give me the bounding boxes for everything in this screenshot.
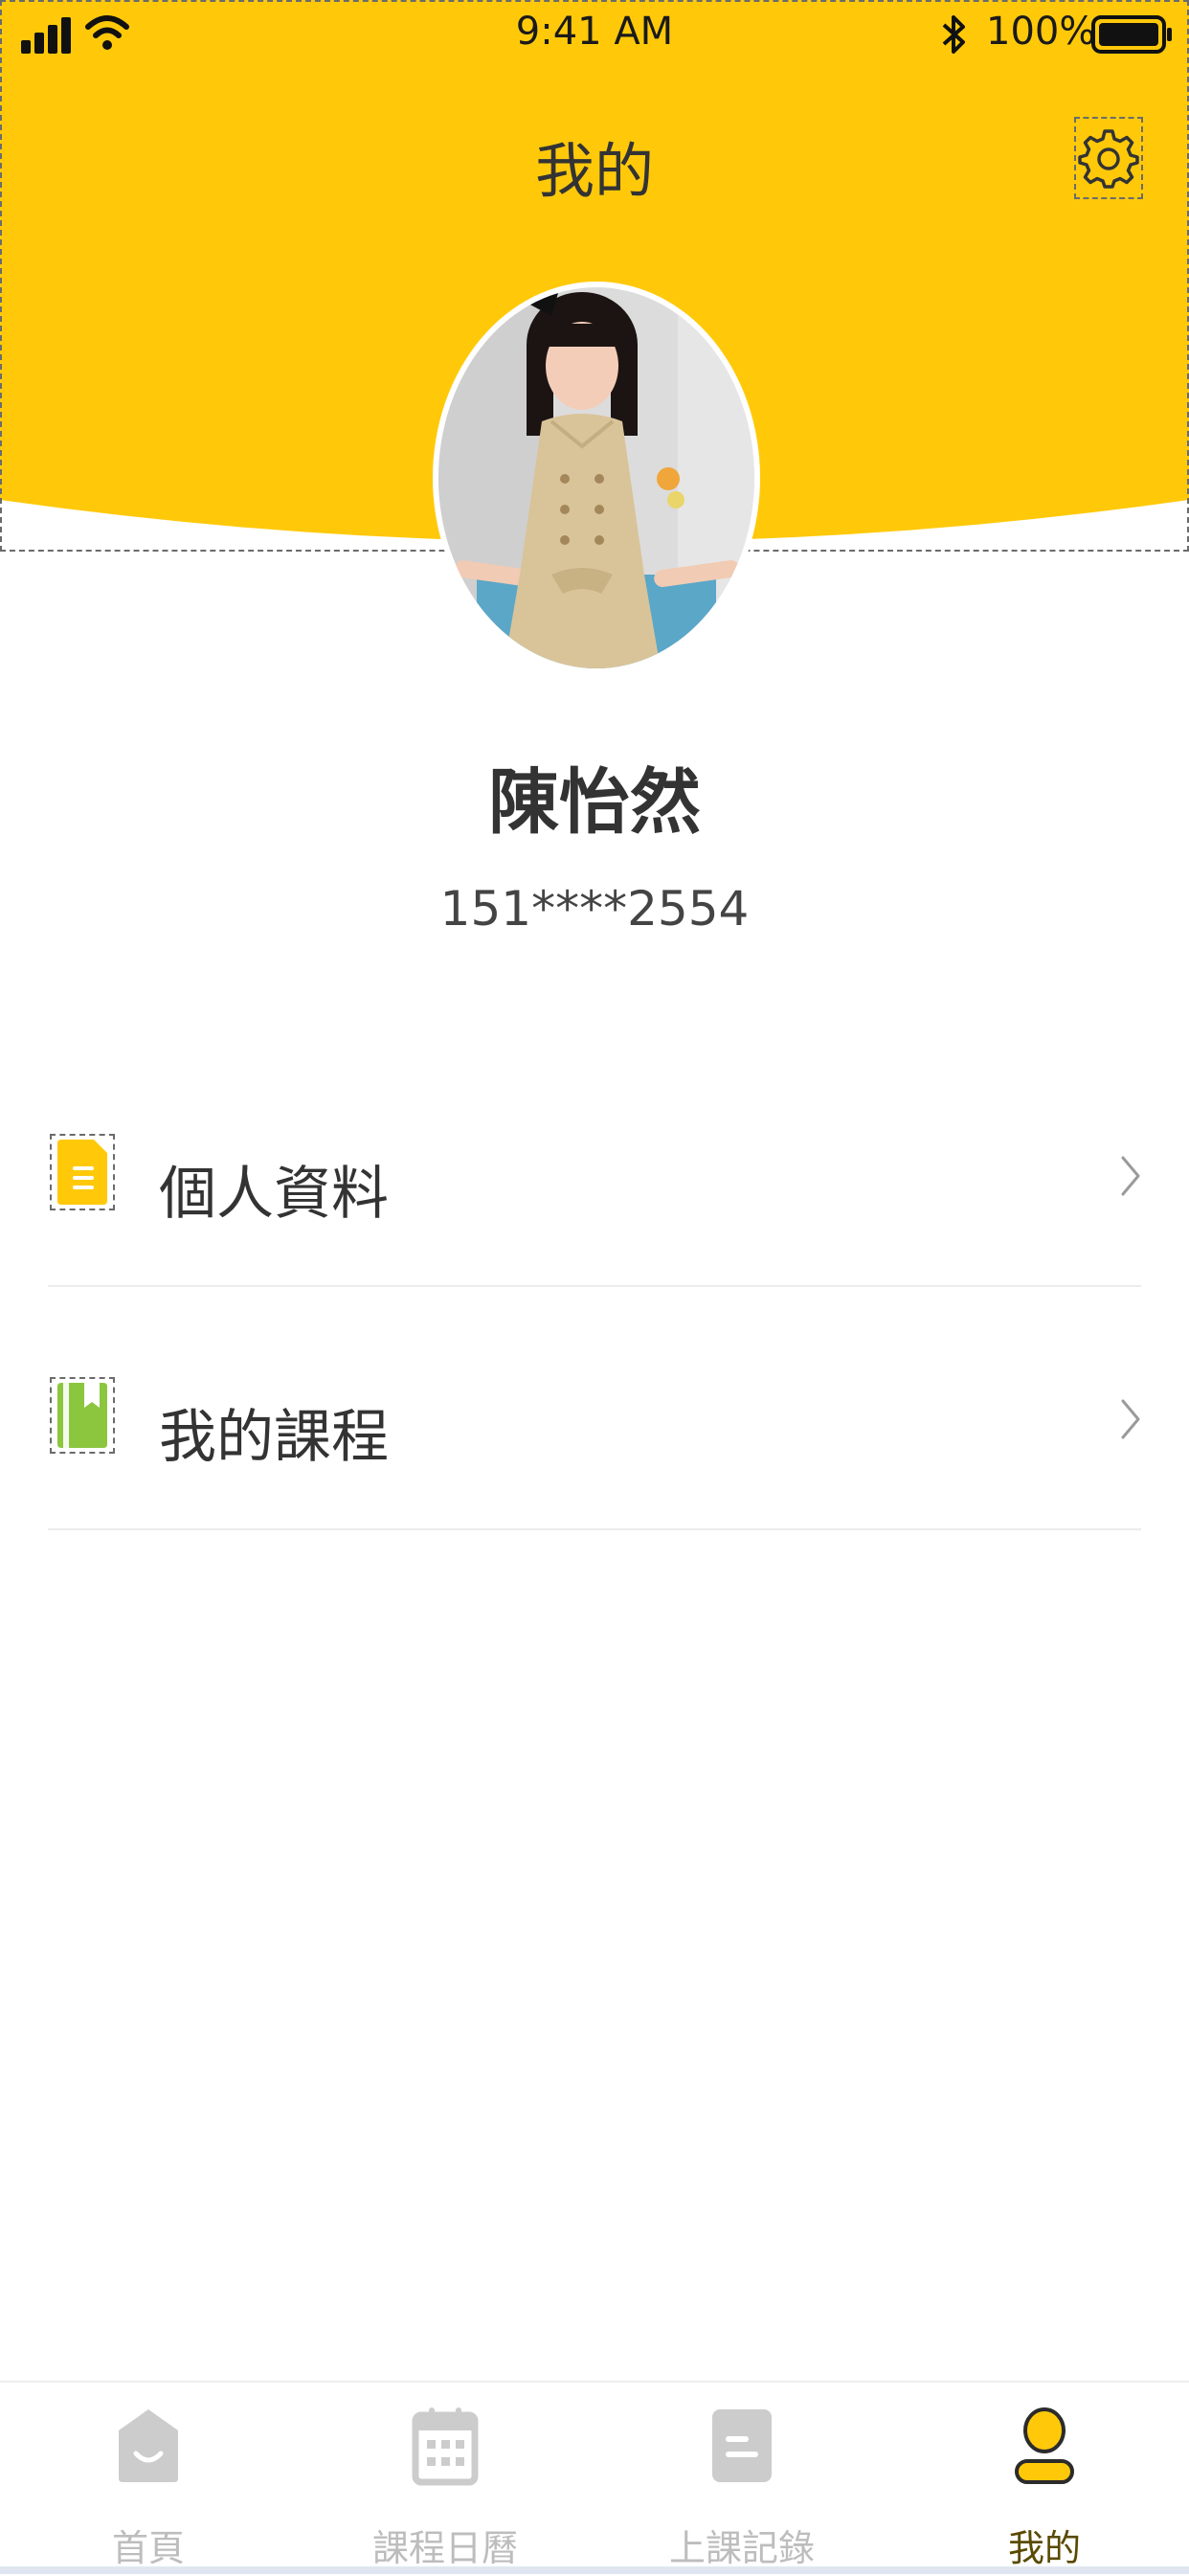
chevron-right-icon [1121,1156,1140,1196]
page-title: 我的 [534,136,654,206]
user-name: 陳怡然 [488,761,701,844]
bluetooth-icon [942,15,965,54]
user-phone: 151****2554 [439,881,750,937]
battery-icon [1091,15,1172,54]
menu-divider [48,1285,1141,1287]
calendar-icon [412,2407,479,2486]
menu-divider [48,1528,1141,1530]
home-icon [119,2409,178,2482]
menu-item-icon [50,1377,115,1454]
avatar[interactable] [433,282,760,674]
record-icon [712,2409,772,2482]
tab-label: 上課記錄 [668,2527,815,2569]
avatar-photo [438,287,754,668]
tab-label: 首頁 [111,2527,185,2569]
user-icon [1015,2407,1074,2484]
tab-label: 課程日曆 [371,2527,518,2569]
tab-label: 我的 [1007,2527,1081,2569]
settings-button[interactable] [1074,117,1143,199]
tab-me[interactable]: 我的 [896,2383,1189,2576]
menu-item-my-courses[interactable]: 我的課程 [48,1335,1141,1479]
battery-percentage: 100% [986,10,1096,54]
tab-home[interactable]: 首頁 [0,2383,297,2576]
document-icon [57,1140,107,1205]
book-icon [57,1383,107,1448]
gear-icon [1078,129,1139,189]
menu-item-profile[interactable]: 個人資料 [48,1092,1141,1235]
tab-bar: 首頁 課程日曆 上課記錄 我的 [0,2381,1189,2576]
menu-item-label: 我的課程 [159,1404,389,1471]
bottom-edge [0,2566,1189,2574]
tab-course-calendar[interactable]: 課程日曆 [297,2383,594,2576]
tab-class-records[interactable]: 上課記錄 [594,2383,890,2576]
menu-item-icon [50,1134,115,1210]
chevron-right-icon [1121,1399,1140,1439]
status-bar: 9:41 AM 100% [0,0,1189,69]
menu-item-label: 個人資料 [159,1161,389,1228]
